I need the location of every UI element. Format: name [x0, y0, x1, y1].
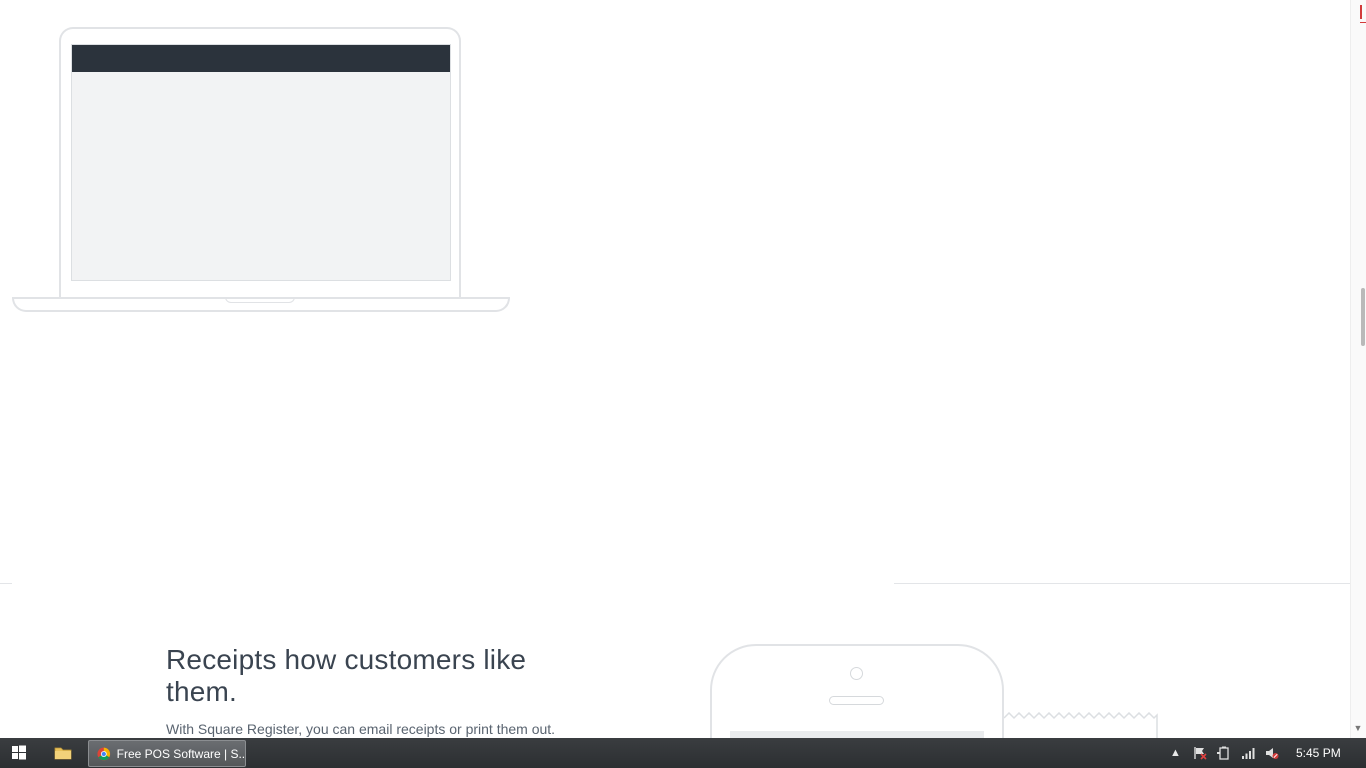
scrollbar-marker — [1360, 5, 1366, 19]
taskbar-app-title: Free POS Software | S... — [116, 746, 245, 761]
start-button[interactable] — [6, 744, 32, 762]
laptop-screen-header-bar — [72, 45, 450, 72]
vertical-scrollbar[interactable] — [1350, 0, 1366, 738]
laptop-screen — [71, 44, 451, 281]
volume-muted-icon[interactable] — [1264, 746, 1279, 761]
action-center-flag-icon[interactable] — [1192, 746, 1207, 761]
scrollbar-thumb[interactable] — [1361, 288, 1365, 346]
power-icon[interactable] — [1216, 746, 1231, 761]
network-signal-icon[interactable] — [1240, 746, 1255, 761]
phone-speaker — [829, 696, 884, 705]
windows-logo-icon — [12, 745, 26, 760]
phone-screen — [730, 731, 984, 738]
section-body: With Square Register, you can email rece… — [166, 721, 556, 737]
folder-icon — [54, 747, 72, 760]
web-page-viewport: Receipts how customers like them. With S… — [0, 0, 1350, 738]
chrome-icon — [97, 747, 111, 760]
receipt-illustration — [1004, 712, 1158, 738]
taskbar-chrome-window[interactable]: Free POS Software | S... — [88, 740, 246, 767]
laptop-notch — [225, 297, 295, 303]
section-heading: Receipts how customers like them. — [166, 644, 527, 707]
taskbar-clock[interactable]: 5:45 PM — [1296, 746, 1341, 760]
phone-illustration — [710, 644, 1004, 738]
scroll-down-arrow-icon[interactable]: ▼ — [1353, 722, 1363, 734]
show-hidden-icons-arrow-icon[interactable]: ▲ — [1168, 746, 1183, 761]
system-tray: ▲ — [1168, 742, 1279, 764]
file-explorer-button[interactable] — [48, 742, 78, 764]
phone-camera — [850, 667, 863, 680]
